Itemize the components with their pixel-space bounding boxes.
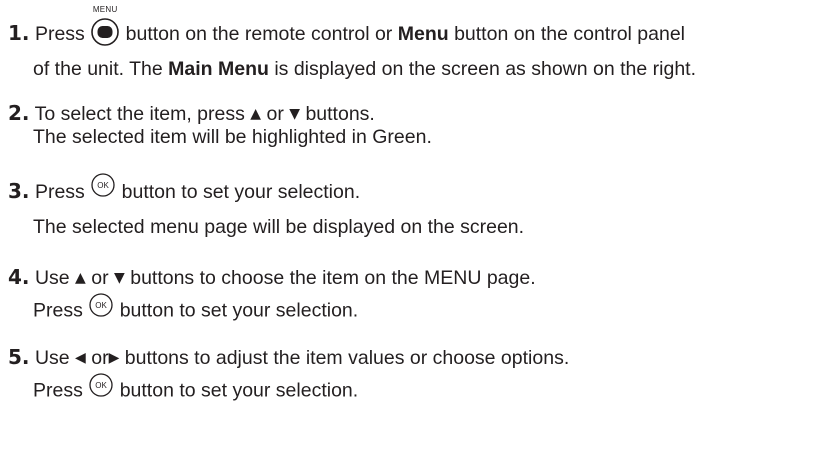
step-text: button to set your selection. <box>119 299 359 322</box>
step-text: Press <box>34 23 85 45</box>
step-4: 4. Use ▲ or ▼ buttons to choose the item… <box>8 259 536 325</box>
step-1-line-1: 1. Press MENU button on the remote contr… <box>8 5 696 51</box>
step-number: 3. <box>8 179 30 203</box>
triangle-up-icon: ▲ <box>75 270 86 286</box>
step-text: button on the control panel <box>454 23 686 45</box>
step-4-line-2: Press OK button to set your selection. <box>8 293 536 326</box>
step-text: button on the remote control or <box>125 23 393 45</box>
triangle-right-icon: ▶ <box>108 350 120 366</box>
step-text: is displayed on the screen as shown on t… <box>274 58 696 80</box>
step-3-line-2: The selected menu page will be displayed… <box>8 209 524 245</box>
step-2-line-2: The selected item will be highlighted in… <box>8 125 432 149</box>
ok-button-icon: OK <box>88 293 114 326</box>
step-1-line-2: of the unit. The Main Menu is displayed … <box>8 51 696 87</box>
step-3: 3. Press OK button to set your selection… <box>8 173 524 245</box>
step-text: or <box>91 347 109 369</box>
ok-label: OK <box>96 381 108 390</box>
triangle-down-icon: ▼ <box>289 106 301 122</box>
step-2: 2. To select the item, press ▲ or ▼ butt… <box>8 101 432 149</box>
step-3-line-1: 3. Press OK button to set your selection… <box>8 173 524 209</box>
step-2-line-1: 2. To select the item, press ▲ or ▼ butt… <box>8 101 432 125</box>
menu-button-icon: MENU <box>90 5 120 47</box>
step-number: 5. <box>8 345 30 369</box>
step-text: Use <box>34 347 70 369</box>
triangle-left-icon: ◀ <box>75 350 86 366</box>
triangle-down-icon: ▼ <box>114 270 125 286</box>
ok-label: OK <box>97 181 109 190</box>
step-text: or <box>91 267 109 289</box>
step-text: buttons to adjust the item values or cho… <box>124 347 570 369</box>
step-4-line-1: 4. Use ▲ or ▼ buttons to choose the item… <box>8 259 536 295</box>
step-5-line-1: 5. Use ◀ or▶ buttons to adjust the item … <box>8 339 569 375</box>
step-1: 1. Press MENU button on the remote contr… <box>8 5 696 87</box>
step-number: 2. <box>8 101 30 125</box>
ok-button-icon: OK <box>88 373 114 406</box>
triangle-up-icon: ▲ <box>250 106 262 122</box>
step-text: Press <box>33 379 83 402</box>
ok-label: OK <box>96 301 108 310</box>
menu-label: Menu <box>397 23 449 45</box>
step-text: buttons. <box>305 103 375 125</box>
step-text: buttons to choose the item on the MENU p… <box>130 267 536 289</box>
step-text: Press <box>34 181 85 203</box>
ok-button-icon: OK <box>90 173 116 209</box>
step-text: button to set your selection. <box>119 379 359 402</box>
step-text: button to set your selection. <box>121 181 361 203</box>
step-5: 5. Use ◀ or▶ buttons to adjust the item … <box>8 339 569 405</box>
menu-caption: MENU <box>92 4 118 14</box>
step-text: The selected item will be highlighted in… <box>33 126 432 148</box>
main-menu-label: Main Menu <box>168 58 269 80</box>
step-text: Press <box>33 299 83 322</box>
step-text: To select the item, press <box>34 103 245 125</box>
step-text: The selected menu page will be displayed… <box>33 216 525 238</box>
step-text: Use <box>34 267 70 289</box>
step-text: of the unit. The <box>33 58 163 80</box>
step-5-line-2: Press OK button to set your selection. <box>8 373 569 406</box>
step-number: 4. <box>8 265 30 289</box>
step-text: or <box>266 103 284 125</box>
step-number: 1. <box>8 21 30 45</box>
